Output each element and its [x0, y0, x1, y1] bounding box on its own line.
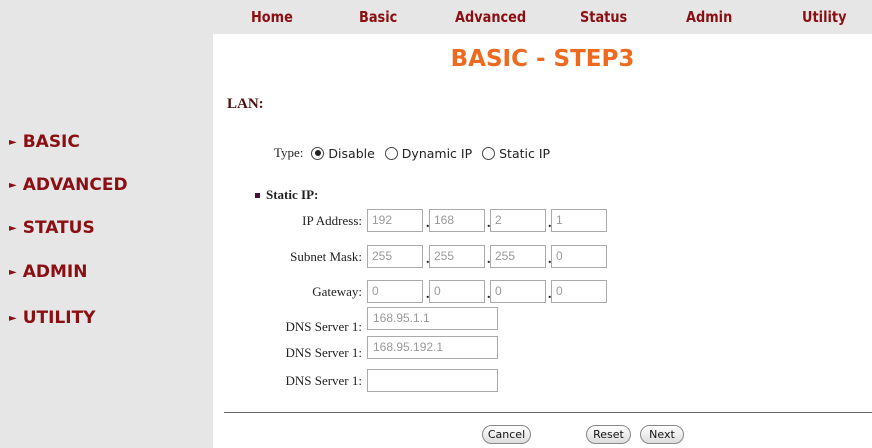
page-title: BASIC - STEP3 [450, 46, 635, 72]
dns-server-1-input[interactable]: 168.95.1.1 [367, 307, 498, 330]
cancel-button[interactable]: Cancel [482, 425, 531, 444]
subnet-octet-1[interactable]: 255 [367, 245, 423, 268]
subnet-octet-2[interactable]: 255 [429, 245, 485, 268]
radio-disable[interactable]: Disable [311, 145, 375, 161]
sidebar-item-label: STATUS [22, 218, 95, 238]
gateway-label: Gateway: [312, 284, 362, 299]
ip-octet-1[interactable]: 192 [367, 209, 423, 232]
radio-label: Static IP [499, 145, 551, 161]
radio-unchecked-icon [482, 146, 496, 160]
radio-dynamic-ip[interactable]: Dynamic IP [384, 145, 473, 161]
static-ip-header: Static IP: [266, 187, 319, 202]
sidebar-item-advanced[interactable]: ► ADVANCED [9, 175, 128, 195]
sidebar-item-status[interactable]: ► STATUS [9, 218, 95, 238]
top-nav [213, 0, 872, 34]
gateway-octet-1[interactable]: 0 [367, 280, 423, 303]
radio-label: Dynamic IP [401, 145, 473, 161]
type-label: Type: [274, 145, 304, 160]
nav-advanced[interactable]: Advanced [455, 8, 526, 26]
nav-home[interactable]: Home [251, 8, 293, 26]
subnet-octet-3[interactable]: 255 [490, 245, 546, 268]
nav-admin[interactable]: Admin [686, 8, 732, 26]
dns-server-1-label: DNS Server 1: [285, 319, 362, 334]
nav-basic[interactable]: Basic [359, 8, 397, 26]
type-radio-group: Type: Disable Dynamic IP Static IP [274, 145, 560, 161]
divider [224, 412, 872, 413]
gateway-octet-4[interactable]: 0 [551, 280, 607, 303]
radio-checked-icon [311, 146, 325, 160]
sidebar-item-label: BASIC [22, 132, 80, 152]
triangle-right-icon: ► [9, 266, 17, 278]
ip-octet-3[interactable]: 2 [490, 209, 546, 232]
next-button[interactable]: Next [640, 425, 684, 444]
dns-server-3-input[interactable] [367, 369, 498, 392]
ip-octet-4[interactable]: 1 [551, 209, 607, 232]
sidebar-item-label: ADVANCED [22, 175, 128, 195]
sidebar-item-label: UTILITY [22, 308, 96, 328]
sidebar-item-basic[interactable]: ► BASIC [9, 132, 80, 152]
sidebar-item-utility[interactable]: ► UTILITY [9, 308, 96, 328]
gateway-octet-2[interactable]: 0 [429, 280, 485, 303]
triangle-right-icon: ► [9, 179, 17, 191]
ip-address-label: IP Address: [302, 213, 362, 228]
triangle-right-icon: ► [9, 312, 17, 324]
bullet-icon [255, 193, 260, 198]
dns-server-2-label: DNS Server 1: [285, 345, 362, 360]
subnet-octet-4[interactable]: 0 [551, 245, 607, 268]
radio-static-ip[interactable]: Static IP [482, 146, 550, 161]
gateway-octet-3[interactable]: 0 [490, 280, 546, 303]
nav-utility[interactable]: Utility [802, 8, 846, 26]
radio-unchecked-icon [384, 146, 398, 160]
reset-button[interactable]: Reset [586, 425, 631, 444]
triangle-right-icon: ► [9, 222, 17, 234]
triangle-right-icon: ► [9, 136, 17, 148]
nav-status[interactable]: Status [580, 8, 627, 26]
sidebar-item-label: ADMIN [22, 262, 88, 282]
ip-octet-2[interactable]: 168 [429, 209, 485, 232]
radio-label: Disable [328, 145, 375, 161]
section-lan-label: LAN: [227, 96, 264, 112]
subnet-mask-label: Subnet Mask: [290, 249, 362, 264]
dns-server-2-input[interactable]: 168.95.192.1 [367, 336, 498, 359]
sidebar-item-admin[interactable]: ► ADMIN [9, 262, 87, 282]
dns-server-3-label: DNS Server 1: [285, 373, 362, 388]
